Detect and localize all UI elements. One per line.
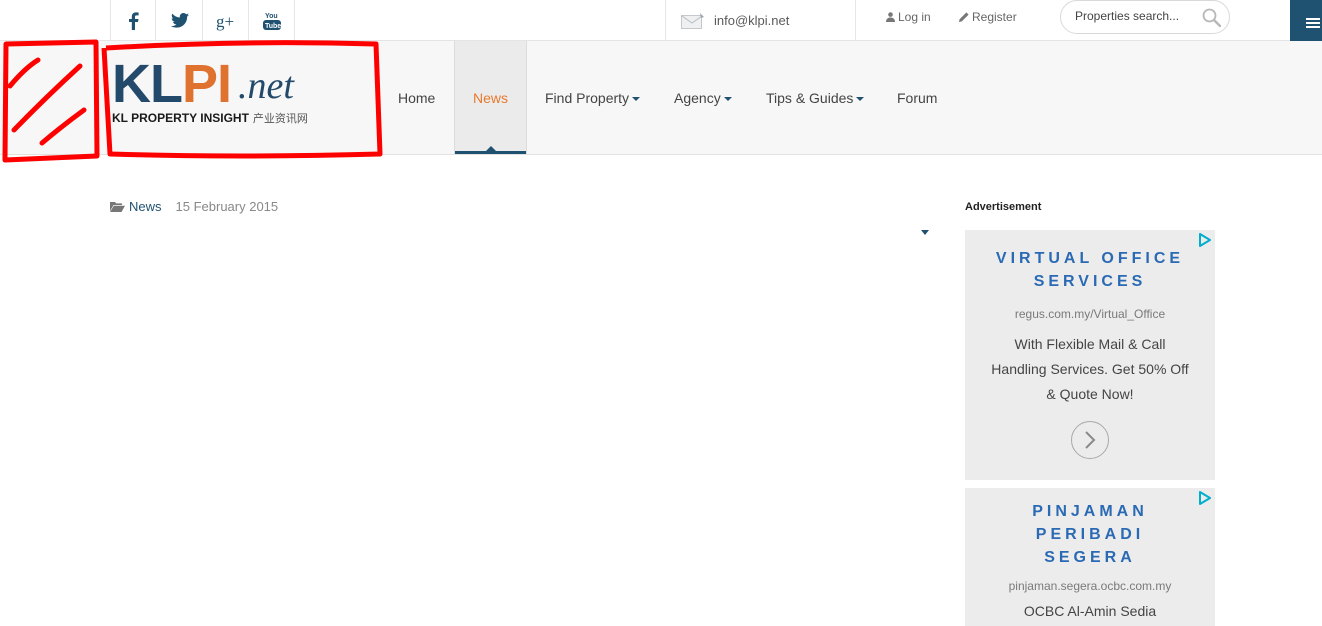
user-icon [886,12,895,22]
register-link[interactable]: Register [959,10,1017,24]
twitter-icon [170,13,189,28]
contact-email[interactable]: info@klpi.net [665,0,856,41]
caret-down-icon [723,96,732,101]
property-search [1060,0,1230,34]
ad-body: OCBC Al-Amin Sedia [1023,603,1157,619]
ad-heading: Advertisement [965,201,1042,213]
youtube-icon: You Tube [262,13,281,30]
youtube-link[interactable]: You Tube [249,0,295,41]
svg-text:g+: g+ [216,12,234,31]
article-meta: News 15 February 2015 [110,199,278,214]
folder-open-icon [110,202,125,212]
ad-url[interactable]: regus.com.my/Virtual_Office [965,307,1215,321]
svg-text:Tube: Tube [265,23,281,30]
caret-down-icon [856,96,865,101]
login-link[interactable]: Log in [886,10,931,24]
adchoices-icon[interactable] [1198,491,1212,505]
email-text: info@klpi.net [714,13,790,28]
pencil-icon [959,12,969,22]
ad-body: With Flexible Mail & Call Handling Servi… [991,336,1189,402]
search-icon[interactable] [1202,8,1221,27]
google-plus-link[interactable]: g+ [203,0,249,41]
nav-label: News [472,89,508,106]
adchoices-icon[interactable] [1198,233,1212,247]
ad-unit[interactable]: VIRTUAL OFFICE SERVICES regus.com.my/Vir… [965,230,1215,480]
ad-url[interactable]: pinjaman.segera.ocbc.com.my [965,579,1215,593]
article-category-link[interactable]: News [129,199,162,214]
nav-home[interactable]: Home [398,41,435,154]
google-plus-icon: g+ [216,12,234,31]
caret-down-icon[interactable] [921,230,929,235]
top-bar: g+ You Tube info@klpi.net Log in Registe… [0,0,1322,45]
register-label: Register [972,10,1017,24]
svg-text:You: You [265,13,278,20]
nav-label: Find Property [545,89,630,106]
ad-headline[interactable]: VIRTUAL OFFICE SERVICES [965,247,1215,293]
chevron-right-icon [1085,431,1096,449]
nav-news[interactable]: News [454,41,527,154]
article-date: 15 February 2015 [175,199,279,214]
facebook-link[interactable] [110,0,156,41]
nav-find-property[interactable]: Find Property [545,41,641,154]
hamburger-icon [1306,17,1320,28]
login-label: Log in [898,10,931,24]
nav-label: Tips & Guides [766,89,854,106]
facebook-icon [129,11,139,30]
nav-forum[interactable]: Forum [897,41,937,154]
nav-agency[interactable]: Agency [674,41,732,154]
twitter-link[interactable] [157,0,203,41]
nav-label: Agency [674,89,721,106]
red-annotation-marks [2,39,383,163]
ad-go-button[interactable] [1071,421,1109,459]
ad-unit[interactable]: PINJAMAN PERIBADI SEGERA pinjaman.segera… [965,488,1215,626]
envelope-icon [681,12,704,29]
ad-headline[interactable]: PINJAMAN PERIBADI SEGERA [965,500,1215,569]
nav-label: Forum [897,89,938,106]
menu-toggle-button[interactable] [1290,0,1322,45]
search-input[interactable] [1075,9,1195,23]
nav-tips-guides[interactable]: Tips & Guides [766,41,865,154]
nav-label: Home [398,89,436,106]
caret-down-icon [632,96,641,101]
